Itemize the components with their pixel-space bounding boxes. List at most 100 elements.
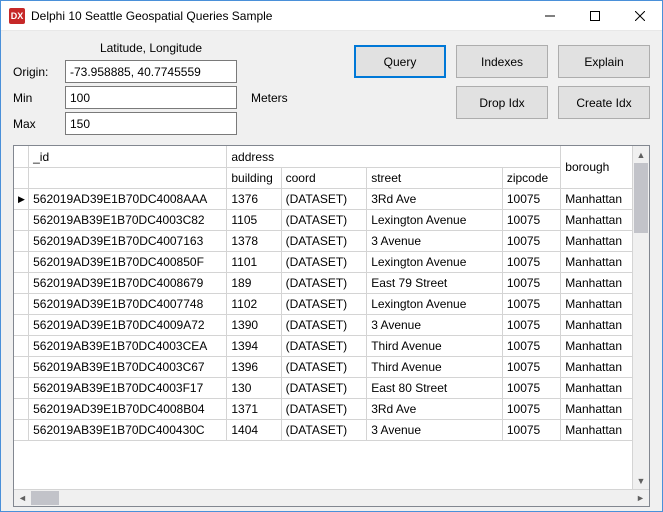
cell-borough: Manhattan	[561, 398, 634, 419]
min-label: Min	[13, 91, 59, 105]
cell-id: 562019AB39E1B70DC4003C67	[29, 356, 227, 377]
table-row[interactable]: 562019AB39E1B70DC4003C821105(DATASET)Lex…	[14, 209, 649, 230]
cell-building: 1404	[227, 419, 281, 440]
col-address[interactable]: address	[227, 146, 561, 167]
row-indicator	[14, 314, 29, 335]
cell-building: 1394	[227, 335, 281, 356]
table-row[interactable]: 562019AD39E1B70DC40071631378(DATASET)3 A…	[14, 230, 649, 251]
table-row[interactable]: 562019AD39E1B70DC400850F1101(DATASET)Lex…	[14, 251, 649, 272]
grid-header: _id address borough c building coord str…	[14, 146, 649, 188]
cell-zipcode: 10075	[502, 272, 560, 293]
scroll-down-icon[interactable]: ▼	[633, 472, 649, 489]
cell-coord: (DATASET)	[281, 377, 367, 398]
cell-street: Third Avenue	[367, 335, 503, 356]
cell-street: Lexington Avenue	[367, 251, 503, 272]
row-indicator	[14, 272, 29, 293]
cell-street: 3 Avenue	[367, 419, 503, 440]
col-street[interactable]: street	[367, 167, 503, 188]
table-row[interactable]: 562019AB39E1B70DC4003C671396(DATASET)Thi…	[14, 356, 649, 377]
row-indicator	[14, 356, 29, 377]
cell-borough: Manhattan	[561, 377, 634, 398]
row-indicator	[14, 251, 29, 272]
minimize-button[interactable]	[527, 1, 572, 30]
data-grid[interactable]: _id address borough c building coord str…	[13, 145, 650, 507]
cell-street: 3 Avenue	[367, 230, 503, 251]
drop-idx-button[interactable]: Drop Idx	[456, 86, 548, 119]
cell-street: 3Rd Ave	[367, 398, 503, 419]
indexes-button[interactable]: Indexes	[456, 45, 548, 78]
col-zip[interactable]: zipcode	[502, 167, 560, 188]
table-row[interactable]: 562019AB39E1B70DC4003F17130(DATASET)East…	[14, 377, 649, 398]
cell-borough: Manhattan	[561, 419, 634, 440]
cell-coord: (DATASET)	[281, 272, 367, 293]
cell-building: 1371	[227, 398, 281, 419]
table-row[interactable]: 562019AD39E1B70DC4008B041371(DATASET)3Rd…	[14, 398, 649, 419]
cell-id: 562019AB39E1B70DC4003F17	[29, 377, 227, 398]
hscroll-thumb[interactable]	[31, 491, 59, 505]
origin-label: Origin:	[13, 65, 59, 79]
cell-coord: (DATASET)	[281, 188, 367, 209]
cell-zipcode: 10075	[502, 293, 560, 314]
row-indicator	[14, 419, 29, 440]
cell-id: 562019AD39E1B70DC4009A72	[29, 314, 227, 335]
max-label: Max	[13, 117, 59, 131]
cell-street: 3 Avenue	[367, 314, 503, 335]
app-window: DX Delphi 10 Seattle Geospatial Queries …	[0, 0, 663, 512]
table-row[interactable]: 562019AB39E1B70DC4003CEA1394(DATASET)Thi…	[14, 335, 649, 356]
close-button[interactable]	[617, 1, 662, 30]
cell-id: 562019AD39E1B70DC4008679	[29, 272, 227, 293]
cell-building: 130	[227, 377, 281, 398]
cell-coord: (DATASET)	[281, 356, 367, 377]
table-row[interactable]: 562019AD39E1B70DC4008679189(DATASET)East…	[14, 272, 649, 293]
cell-coord: (DATASET)	[281, 314, 367, 335]
cell-building: 1376	[227, 188, 281, 209]
maximize-button[interactable]	[572, 1, 617, 30]
min-input[interactable]	[65, 86, 237, 109]
cell-building: 1390	[227, 314, 281, 335]
query-button[interactable]: Query	[354, 45, 446, 78]
vscroll-thumb[interactable]	[634, 163, 648, 233]
button-panel: Query Indexes Explain Drop Idx Create Id…	[354, 41, 650, 119]
cell-borough: Manhattan	[561, 251, 634, 272]
cell-zipcode: 10075	[502, 230, 560, 251]
client-area: Latitude, Longitude Origin: Min Max Mete…	[1, 31, 662, 511]
table-row[interactable]: 562019AB39E1B70DC400430C1404(DATASET)3 A…	[14, 419, 649, 440]
cell-zipcode: 10075	[502, 314, 560, 335]
cell-borough: Manhattan	[561, 356, 634, 377]
col-id[interactable]: _id	[29, 146, 227, 167]
origin-input[interactable]	[65, 60, 237, 83]
cell-borough: Manhattan	[561, 272, 634, 293]
cell-id: 562019AB39E1B70DC4003C82	[29, 209, 227, 230]
row-indicator	[14, 377, 29, 398]
cell-id: 562019AD39E1B70DC4007163	[29, 230, 227, 251]
scroll-right-icon[interactable]: ►	[632, 490, 649, 506]
scroll-left-icon[interactable]: ◄	[14, 490, 31, 506]
col-borough[interactable]: borough	[561, 146, 634, 188]
cell-zipcode: 10075	[502, 398, 560, 419]
cell-street: East 79 Street	[367, 272, 503, 293]
table-row[interactable]: 562019AD39E1B70DC40077481102(DATASET)Lex…	[14, 293, 649, 314]
cell-id: 562019AD39E1B70DC4008B04	[29, 398, 227, 419]
create-idx-button[interactable]: Create Idx	[558, 86, 650, 119]
col-building[interactable]: building	[227, 167, 281, 188]
cell-coord: (DATASET)	[281, 230, 367, 251]
horizontal-scrollbar[interactable]: ◄ ►	[14, 489, 649, 506]
col-coord[interactable]: coord	[281, 167, 367, 188]
explain-button[interactable]: Explain	[558, 45, 650, 78]
vertical-scrollbar[interactable]: ▲ ▼	[632, 146, 649, 489]
cell-borough: Manhattan	[561, 293, 634, 314]
cell-building: 1378	[227, 230, 281, 251]
cell-coord: (DATASET)	[281, 419, 367, 440]
scroll-up-icon[interactable]: ▲	[633, 146, 649, 163]
cell-building: 1102	[227, 293, 281, 314]
table-row[interactable]: 562019AD39E1B70DC4009A721390(DATASET)3 A…	[14, 314, 649, 335]
lat-lon-label: Latitude, Longitude	[65, 41, 237, 57]
cell-coord: (DATASET)	[281, 335, 367, 356]
table-row[interactable]: ▶562019AD39E1B70DC4008AAA1376(DATASET)3R…	[14, 188, 649, 209]
max-input[interactable]	[65, 112, 237, 135]
app-icon: DX	[9, 8, 25, 24]
cell-zipcode: 10075	[502, 335, 560, 356]
cell-id: 562019AB39E1B70DC4003CEA	[29, 335, 227, 356]
cell-street: Lexington Avenue	[367, 293, 503, 314]
cell-building: 189	[227, 272, 281, 293]
